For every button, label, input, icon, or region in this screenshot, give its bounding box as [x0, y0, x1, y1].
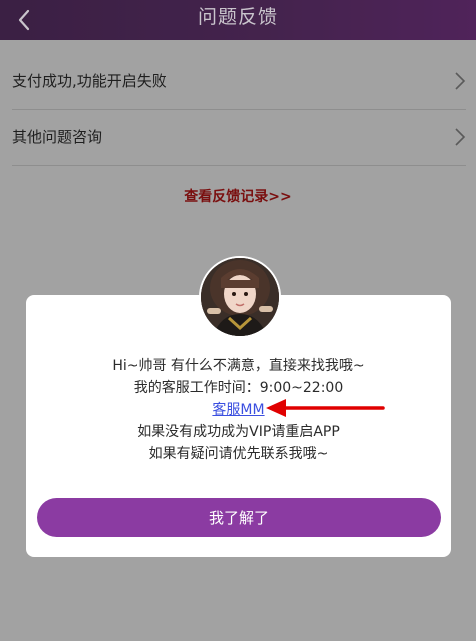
feedback-history-link[interactable]: 查看反馈记录>> [0, 186, 476, 206]
menu-item-payment-issue[interactable]: 支付成功,功能开启失败 [12, 53, 466, 110]
menu-item-label: 其他问题咨询 [12, 128, 103, 146]
chevron-right-icon [455, 72, 466, 90]
dialog-vip-note: 如果没有成功成为VIP请重启APP [137, 424, 340, 440]
red-arrow-icon [266, 399, 385, 417]
dialog-contact-note: 如果有疑问请优先联系我哦~ [148, 446, 329, 462]
dialog-working-hours: 我的客服工作时间：9:00~22:00 [133, 380, 344, 396]
confirm-button[interactable]: 我了解了 [37, 498, 441, 537]
service-link-row: 客服MM [26, 399, 451, 421]
menu-item-other-questions[interactable]: 其他问题咨询 [12, 109, 466, 166]
page-title: 问题反馈 [197, 6, 278, 28]
menu-item-label: 支付成功,功能开启失败 [12, 72, 167, 90]
chevron-right-icon [455, 128, 466, 146]
service-avatar [199, 256, 281, 338]
customer-service-link[interactable]: 客服MM [212, 402, 264, 418]
avatar-portrait-image [201, 258, 279, 336]
dialog-greeting: Hi~帅哥 有什么不满意，直接来找我哦~ [112, 358, 365, 374]
